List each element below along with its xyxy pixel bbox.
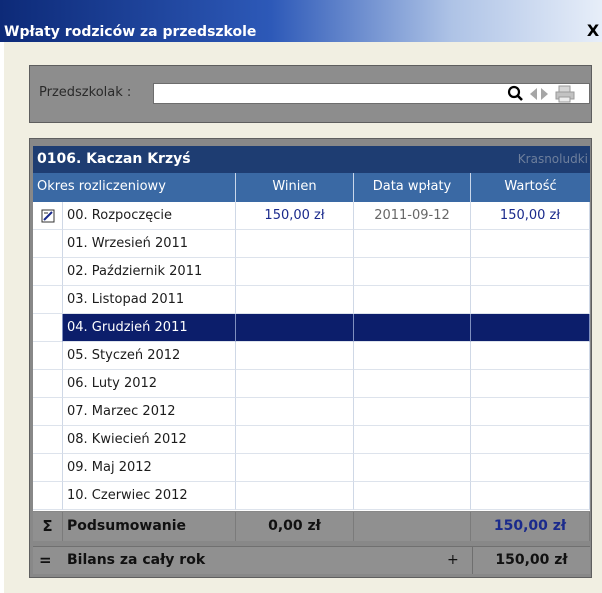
cell-winien: 150,00 zł (236, 202, 354, 230)
row-indicator (33, 482, 63, 510)
cell-winien (236, 482, 354, 510)
cell-okres: 05. Styczeń 2012 (63, 342, 236, 370)
row-indicator (33, 314, 63, 342)
cell-data-wplaty (354, 370, 471, 398)
cell-okres: 04. Grudzień 2011 (63, 314, 236, 342)
cell-wartosc (471, 342, 590, 370)
summary-winien: 0,00 zł (236, 512, 354, 541)
row-indicator (33, 454, 63, 482)
cell-wartosc (471, 482, 590, 510)
balance-value: 150,00 zł (472, 547, 590, 574)
close-button[interactable]: X (584, 21, 602, 41)
summary-wartosc: 150,00 zł (471, 512, 590, 541)
summary-data-wplaty (354, 512, 471, 541)
student-name: 0106. Kaczan Krzyś (37, 151, 191, 167)
edit-icon[interactable] (41, 209, 55, 223)
cell-okres: 01. Wrzesień 2011 (63, 230, 236, 258)
row-indicator (33, 258, 63, 286)
balance-label: Bilans za cały rok (67, 552, 206, 568)
row-indicator (33, 202, 63, 230)
cell-data-wplaty (354, 482, 471, 510)
table-row[interactable]: 00. Rozpoczęcie 150,00 zł 2011-09-12 150… (33, 202, 590, 230)
sigma-icon: Σ (33, 512, 63, 541)
table-row[interactable]: 05. Styczeń 2012 (33, 342, 590, 370)
balance-sign: + (447, 552, 459, 568)
row-indicator (33, 342, 63, 370)
payments-window: Wpłaty rodziców za przedszkole X Przedsz… (0, 0, 602, 593)
cell-winien (236, 454, 354, 482)
search-icon[interactable] (506, 84, 526, 104)
cell-okres: 08. Kwiecień 2012 (63, 426, 236, 454)
column-header-data-wplaty[interactable]: Data wpłaty (354, 173, 471, 202)
row-indicator (33, 370, 63, 398)
search-label: Przedszkolak : (39, 85, 132, 100)
cell-okres: 02. Październik 2011 (63, 258, 236, 286)
cell-wartosc (471, 230, 590, 258)
cell-wartosc (471, 454, 590, 482)
column-header-okres[interactable]: Okres rozliczeniowy (33, 173, 236, 202)
cell-winien (236, 230, 354, 258)
table-row[interactable]: 10. Czerwiec 2012 (33, 482, 590, 511)
table-row[interactable]: 08. Kwiecień 2012 (33, 426, 590, 454)
summary-label: Podsumowanie (63, 512, 236, 541)
cell-okres: 03. Listopad 2011 (63, 286, 236, 314)
cell-data-wplaty (354, 286, 471, 314)
cell-winien (236, 398, 354, 426)
table-row[interactable]: 06. Luty 2012 (33, 370, 590, 398)
cell-data-wplaty (354, 342, 471, 370)
summary-row: Σ Podsumowanie 0,00 zł 150,00 zł (33, 512, 590, 541)
title-bar[interactable]: Wpłaty rodziców za przedszkole X (0, 0, 602, 42)
next-arrow-icon[interactable] (540, 84, 550, 104)
cell-data-wplaty (354, 398, 471, 426)
cell-okres: 10. Czerwiec 2012 (63, 482, 236, 510)
cell-wartosc (471, 426, 590, 454)
row-indicator (33, 398, 63, 426)
cell-winien (236, 258, 354, 286)
table-row[interactable]: 03. Listopad 2011 (33, 286, 590, 314)
cell-wartosc (471, 398, 590, 426)
printer-icon[interactable] (554, 84, 576, 104)
table-row[interactable]: 02. Październik 2011 (33, 258, 590, 286)
cell-data-wplaty (354, 454, 471, 482)
cell-winien (236, 370, 354, 398)
cell-okres: 07. Marzec 2012 (63, 398, 236, 426)
cell-winien (236, 314, 354, 342)
table-row-selected[interactable]: 04. Grudzień 2011 (33, 314, 590, 342)
balance-row: = Bilans za cały rok + 150,00 zł (33, 546, 590, 574)
cell-wartosc (471, 370, 590, 398)
cell-wartosc: 150,00 zł (471, 202, 590, 230)
cell-winien (236, 286, 354, 314)
cell-data-wplaty (354, 230, 471, 258)
cell-data-wplaty (354, 314, 471, 342)
cell-okres: 09. Maj 2012 (63, 454, 236, 482)
column-header-winien[interactable]: Winien (236, 173, 354, 202)
row-indicator (33, 230, 63, 258)
cell-wartosc (471, 314, 590, 342)
cell-data-wplaty (354, 426, 471, 454)
equals-icon: = (39, 551, 52, 569)
column-header-wartosc[interactable]: Wartość (471, 173, 590, 202)
cell-winien (236, 426, 354, 454)
window-title: Wpłaty rodziców za przedszkole (4, 24, 257, 40)
cell-data-wplaty (354, 258, 471, 286)
cell-okres: 00. Rozpoczęcie (63, 202, 236, 230)
student-group: Krasnoludki (517, 152, 588, 166)
table-row[interactable]: 01. Wrzesień 2011 (33, 230, 590, 258)
table-row[interactable]: 09. Maj 2012 (33, 454, 590, 482)
cell-wartosc (471, 258, 590, 286)
cell-okres: 06. Luty 2012 (63, 370, 236, 398)
prev-arrow-icon[interactable] (528, 84, 538, 104)
table-row[interactable]: 07. Marzec 2012 (33, 398, 590, 426)
cell-wartosc (471, 286, 590, 314)
cell-winien (236, 342, 354, 370)
row-indicator (33, 286, 63, 314)
row-indicator (33, 426, 63, 454)
cell-data-wplaty: 2011-09-12 (354, 202, 471, 230)
student-header: 0106. Kaczan Krzyś Krasnoludki (33, 146, 590, 173)
